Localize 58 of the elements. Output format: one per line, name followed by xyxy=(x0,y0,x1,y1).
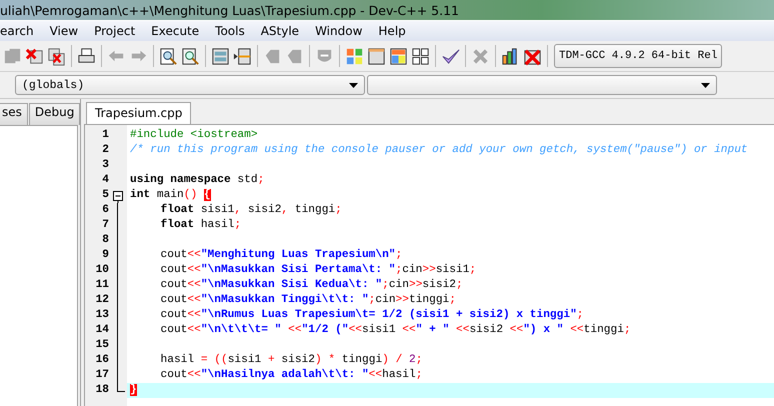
file-tab[interactable]: Trapesium.cpp xyxy=(86,102,192,124)
code-line: cout<<"\nHasilnya adalah\t\t: "<<hasil; xyxy=(160,368,422,383)
line-number: 12 xyxy=(94,293,109,308)
window-title: uliah\Pemrogaman\c++\Menghitung Luas\Trapesium.cpp - Dev-C++ 5.11 xyxy=(0,2,460,18)
line-number: 13 xyxy=(94,308,109,323)
code-line: hasil = ((sisi1 + sisi2) * tinggi) / 2; xyxy=(160,353,422,368)
line-number: 15 xyxy=(94,338,109,353)
code-line: cout<<"\n\t\t\t= " <<"1/2 ("<<sisi1 <<" + " <<sisi2 <<") x " <<tinggi; xyxy=(160,323,631,338)
line-number: 5 xyxy=(101,188,109,203)
code-line: float hasil; xyxy=(160,218,242,233)
line-number: 11 xyxy=(94,278,109,293)
replace-icon[interactable] xyxy=(180,46,201,66)
line-number: 4 xyxy=(101,173,109,188)
close-all-icon[interactable] xyxy=(46,46,67,66)
code-line: cout<<"Menghitung Luas Trapesium\n"; xyxy=(160,248,402,263)
line-number: 7 xyxy=(101,218,109,233)
panel-tab[interactable]: ses xyxy=(0,103,28,125)
code-line: cout<<"\nMasukkan Tinggi\t\t: ";cin>>tinggi; xyxy=(160,293,456,308)
menu-item[interactable]: Execute xyxy=(143,24,208,38)
symbol-select[interactable] xyxy=(367,75,717,95)
code-line: cout<<"\nRumus Luas Trapesium\t= 1/2 (sisi1 + sisi2) x tinggi"; xyxy=(160,308,584,323)
panel-tab[interactable]: Debug xyxy=(28,103,80,125)
line-number: 2 xyxy=(101,143,109,158)
code-line: cout<<"\nMasukkan Sisi Kedua\t: ";cin>>sisi2; xyxy=(160,278,463,293)
code-line: int main() { xyxy=(130,188,211,203)
compiler-select[interactable]: TDM-GCC 4.9.2 64-bit Rel xyxy=(554,44,722,68)
fold-toggle-icon[interactable] xyxy=(113,191,123,203)
code-line: /* run this program using the console pauser or add your own getch, system("pause") or input xyxy=(130,143,748,158)
menu-item[interactable]: Project xyxy=(86,24,144,38)
grid-icon[interactable] xyxy=(410,46,431,66)
search-icon[interactable] xyxy=(158,46,179,66)
layout-icon[interactable] xyxy=(388,46,409,66)
window-list-icon[interactable] xyxy=(210,46,231,66)
menu-item[interactable]: Tools xyxy=(207,24,253,38)
menu-item[interactable]: AStyle xyxy=(252,24,308,38)
window-icon[interactable] xyxy=(366,46,387,66)
line-number: 8 xyxy=(101,233,109,248)
line-number: 9 xyxy=(101,248,109,263)
scope-select[interactable]: (globals) xyxy=(15,75,365,95)
line-number: 3 xyxy=(101,158,109,173)
code-line: #include <iostream> xyxy=(130,128,258,143)
line-number: 16 xyxy=(94,353,109,368)
menu-item[interactable]: Window xyxy=(307,24,370,38)
line-number: 1 xyxy=(101,128,109,143)
code-line: cout<<"\nMasukkan Sisi Pertama\t: ";cin>>sisi1; xyxy=(160,263,476,278)
goto-icon[interactable] xyxy=(232,46,253,66)
line-number: 6 xyxy=(101,203,109,218)
line-number: 18 xyxy=(94,383,109,398)
dropdown-arrow-icon xyxy=(349,82,358,88)
code-line: float sisi1, sisi2, tinggi; xyxy=(160,203,342,218)
line-number: 14 xyxy=(94,323,109,338)
menu-item[interactable]: View xyxy=(42,24,86,38)
code-line: using namespace std; xyxy=(130,173,264,188)
dropdown-arrow-icon xyxy=(701,82,710,88)
line-number: 10 xyxy=(94,263,109,278)
line-number: 17 xyxy=(94,368,109,383)
menu-item[interactable]: Help xyxy=(370,24,414,38)
menu-item[interactable]: earch xyxy=(0,24,42,38)
